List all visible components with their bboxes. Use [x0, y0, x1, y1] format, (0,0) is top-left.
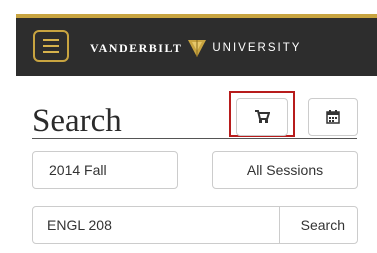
page-title: Search — [32, 103, 122, 139]
session-value: All Sessions — [246, 162, 324, 178]
hamburger-icon-bar — [43, 51, 59, 53]
session-select[interactable]: All Sessions — [212, 151, 358, 189]
calendar-button[interactable] — [308, 98, 358, 136]
cart-button[interactable] — [236, 98, 288, 136]
search-button[interactable]: Search — [279, 207, 357, 243]
title-divider — [32, 138, 357, 139]
brand-right: UNIVERSITY — [212, 42, 302, 54]
term-select[interactable]: 2014 Fall — [32, 151, 178, 189]
calendar-icon — [326, 110, 340, 124]
site-logo[interactable]: VANDERBILT UNIVERSITY — [90, 36, 301, 60]
vanderbilt-oak-leaf-icon — [188, 40, 207, 57]
cart-icon — [255, 110, 270, 123]
site-header: VANDERBILT UNIVERSITY — [16, 14, 377, 76]
term-value: 2014 Fall — [49, 162, 107, 178]
search-input[interactable] — [33, 207, 279, 243]
hamburger-icon — [43, 39, 59, 41]
search-bar: Search — [32, 206, 358, 244]
hamburger-icon-bar — [43, 45, 59, 47]
brand-left: VANDERBILT — [90, 40, 183, 55]
menu-button[interactable] — [33, 30, 69, 62]
